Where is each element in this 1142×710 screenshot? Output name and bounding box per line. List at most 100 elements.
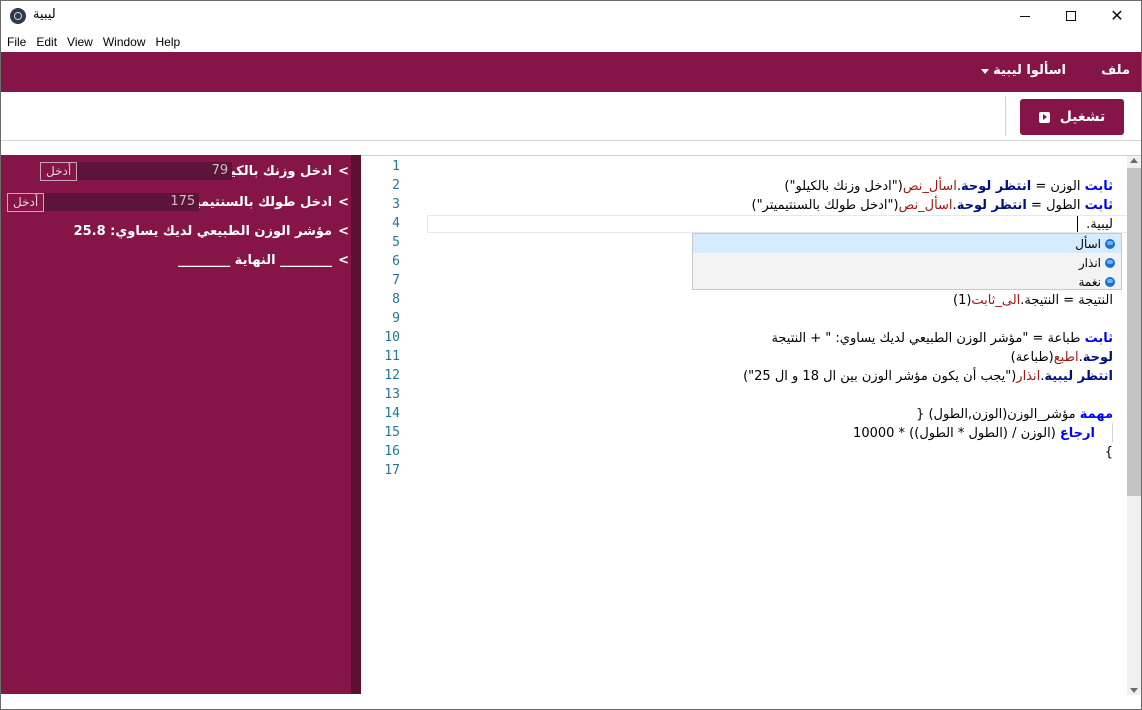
code-token-function: اطبع (1053, 350, 1079, 365)
height-input[interactable]: 175 (44, 193, 200, 211)
code-token-string: ("يجب أن يكون مؤشر الوزن بين ال 18 و ال … (743, 369, 1017, 384)
code-editor[interactable]: 1 2 3 4 5 6 7 8 9 10 11 12 13 14 15 16 1… (361, 155, 1141, 695)
code-token: الطول = (1026, 198, 1085, 213)
code-line-2: ثابت الوزن = انتظر لوحة.اسأل_نص("ادخل وز… (784, 177, 1113, 196)
output-line: > ادخل طولك بالسنتيميتر: (177, 192, 351, 212)
method-icon (1105, 238, 1115, 249)
weight-input[interactable]: 79 (77, 162, 233, 180)
suggestion-item[interactable]: اسأل (693, 234, 1121, 253)
output-prompt-text: ادخل طولك بالسنتيميتر: (177, 194, 333, 210)
suggestion-label: اسأل (1075, 236, 1101, 251)
scroll-down-arrow-icon[interactable] (1130, 688, 1138, 693)
minimize-button[interactable] (1002, 1, 1048, 31)
line-number: 17 (384, 463, 400, 478)
code-token: } (1104, 445, 1113, 460)
app-logo-icon (10, 8, 26, 24)
window-title: ليبية (33, 7, 56, 22)
scrollbar-thumb[interactable] (1127, 168, 1141, 496)
code-line-8: النتيجة = النتيجة.الى_ثابت(1) (953, 291, 1113, 310)
title-bar: ليبية ✕ (1, 1, 1141, 31)
line-number: 14 (384, 406, 400, 421)
code-line-3: ثابت الطول = انتظر لوحة.اسأل_نص("ادخل طو… (752, 196, 1114, 215)
play-icon (1038, 111, 1050, 123)
scroll-up-arrow-icon[interactable] (1130, 158, 1138, 163)
line-number: 8 (392, 292, 400, 307)
output-end-text: ________ النهاية ________ (178, 252, 333, 268)
output-result-text: مؤشر الوزن الطبيعي لديك يساوي: 25.8 (73, 223, 333, 239)
code-line-10: ثابت طباعة = "مؤشر الوزن الطبيعي لديك يس… (771, 329, 1113, 348)
line-number: 2 (392, 178, 400, 193)
code-token-object: لوحة (1082, 350, 1113, 365)
output-line: > ادخل وزنك بالكيلو: (212, 161, 351, 181)
menu-view[interactable]: View (67, 35, 93, 49)
code-token: (الوزن / (الطول * الطول)) * 10000 (853, 426, 1060, 441)
code-line-15: ارجاع (الوزن / (الطول * الطول)) * 10000 (853, 424, 1095, 443)
suggestion-item[interactable]: نغمة (693, 272, 1121, 291)
submit-height-button[interactable]: أدخل (7, 192, 45, 212)
prompt-glyph: > (338, 252, 349, 268)
line-number: 7 (392, 273, 400, 288)
run-button[interactable]: تشغيل (1020, 99, 1124, 135)
code-token-function: الى_ثابت (971, 293, 1021, 308)
code-token-keyword: ثابت (1084, 179, 1113, 194)
prompt-glyph: > (338, 194, 349, 210)
toolbar-divider (1005, 96, 1006, 136)
code-token: (1) (952, 293, 972, 308)
line-number: 16 (384, 444, 400, 459)
menu-file[interactable]: File (7, 35, 26, 49)
method-icon (1105, 257, 1115, 268)
line-number: 13 (384, 387, 400, 402)
line-number: 11 (384, 349, 400, 364)
line-number: 10 (384, 330, 400, 345)
weight-input-row: أدخل 79 (40, 161, 233, 181)
app-header: ملف اسألوا ليبية (1, 52, 1141, 92)
menu-window[interactable]: Window (103, 35, 146, 49)
suggestion-item[interactable]: انذار (693, 253, 1121, 272)
close-button[interactable]: ✕ (1094, 1, 1140, 31)
code-token-object: انتظر ليبية (1044, 369, 1113, 384)
panel-resize-handle[interactable] (351, 155, 361, 694)
line-number: 9 (392, 311, 400, 326)
header-ask-menu[interactable]: اسألوا ليبية (993, 63, 1066, 78)
code-line-14: مهمة مؤشر_الوزن(الوزن,الطول) { (916, 405, 1113, 424)
code-line-12: انتظر ليبية.انذار("يجب أن يكون مؤشر الوز… (743, 367, 1113, 386)
line-number: 15 (384, 425, 400, 440)
close-icon: ✕ (1110, 6, 1124, 25)
code-token-keyword: ارجاع (1059, 426, 1095, 441)
chevron-down-icon[interactable] (981, 69, 989, 74)
method-icon (1105, 276, 1115, 287)
menu-help[interactable]: Help (156, 35, 181, 49)
submit-weight-button[interactable]: أدخل (40, 161, 78, 181)
maximize-icon (1066, 11, 1076, 21)
code-token: (طباعة) (1010, 350, 1054, 365)
code-token-keyword: ثابت (1084, 331, 1113, 346)
code-token-function: انذار (1016, 369, 1041, 384)
menu-edit[interactable]: Edit (36, 35, 57, 49)
prompt-glyph: > (338, 163, 349, 179)
current-line-highlight (427, 215, 1141, 233)
text-cursor (1077, 216, 1078, 232)
header-file-menu[interactable]: ملف (1101, 63, 1130, 78)
code-line-11: لوحة.اطبع(طباعة) (1011, 348, 1113, 367)
height-input-row: أدخل 175 (7, 192, 200, 212)
minimize-icon (1020, 15, 1030, 17)
code-token: النتيجة = النتيجة. (1020, 293, 1113, 308)
prompt-glyph: > (338, 223, 349, 239)
code-token-keyword: ثابت (1084, 198, 1113, 213)
vertical-scrollbar[interactable] (1127, 156, 1141, 695)
menu-bar: File Edit View Window Help (1, 31, 1141, 52)
line-number: 6 (392, 254, 400, 269)
indent-guide (1112, 423, 1113, 442)
suggestion-label: نغمة (1078, 274, 1102, 289)
code-token: طباعة = "مؤشر الوزن الطبيعي لديك يساوي: … (771, 331, 1085, 346)
app-window: ليبية ✕ File Edit View Window Help ملف ا… (0, 0, 1142, 710)
maximize-button[interactable] (1048, 1, 1094, 31)
output-line: > ________ النهاية ________ (178, 250, 351, 270)
line-number: 5 (392, 235, 400, 250)
code-token-function: اسأل_نص (898, 198, 953, 213)
code-line-16: } (1105, 443, 1113, 462)
code-token: الوزن = (1031, 179, 1085, 194)
code-token-string: ("ادخل طولك بالسنتيميتر") (751, 198, 899, 213)
suggestion-label: انذار (1078, 255, 1101, 270)
code-token-object: انتظر لوحة (956, 198, 1027, 213)
